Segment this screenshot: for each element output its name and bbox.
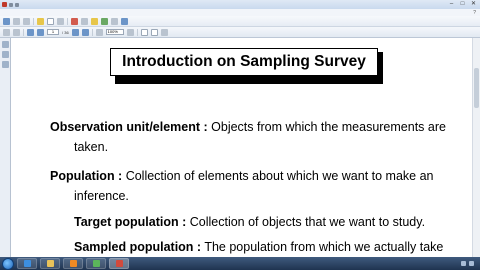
share-icon[interactable]: [121, 17, 128, 25]
network-icon[interactable]: [461, 261, 466, 266]
settings-icon[interactable]: [111, 17, 118, 25]
zoom-in-icon[interactable]: [126, 28, 134, 36]
definition-text: inference.: [74, 189, 129, 203]
save-icon[interactable]: [13, 17, 20, 25]
definition-term: Population :: [50, 169, 123, 183]
toolbar-divider: [136, 28, 138, 36]
document-page: Introduction on Sampling Survey Observat…: [12, 38, 472, 257]
pdf-reader-icon: [2, 2, 7, 7]
minimize-button[interactable]: –: [447, 1, 456, 7]
taskbar-pdf-button[interactable]: [109, 258, 129, 269]
fit-width-icon[interactable]: [150, 28, 158, 36]
toolbar-divider: [91, 28, 93, 36]
definition-line: taken.: [74, 140, 108, 154]
vertical-scrollbar[interactable]: [472, 38, 480, 257]
menu-bar: ?: [0, 9, 480, 16]
save-icon[interactable]: [9, 2, 13, 7]
toolbar-divider: [33, 17, 34, 25]
taskbar-explorer-button[interactable]: [40, 258, 60, 269]
app-icon: [92, 260, 100, 267]
pdf-reader-icon: [115, 260, 123, 267]
select-tool-icon[interactable]: [13, 28, 20, 36]
stamp-icon[interactable]: [101, 17, 108, 25]
email-icon[interactable]: [57, 17, 64, 25]
highlight-icon[interactable]: [91, 17, 98, 25]
taskbar-ie-button[interactable]: [17, 258, 37, 269]
page-total: / 36: [62, 29, 69, 35]
comment-icon[interactable]: [81, 17, 88, 25]
folder-icon: [46, 260, 54, 267]
definition-text: Objects from which the measurements are: [207, 120, 446, 134]
windows-start-icon[interactable]: [2, 257, 14, 270]
layers-icon[interactable]: [2, 61, 9, 68]
print-icon[interactable]: [23, 17, 30, 25]
definition-term: Sampled population :: [74, 240, 202, 254]
definition-line: Observation unit/element : Objects from …: [50, 120, 446, 134]
system-tray: [461, 258, 477, 269]
last-page-icon[interactable]: [81, 28, 89, 36]
window-controls: – □ ✕: [447, 1, 478, 7]
definition-text: The population from which we actually ta…: [201, 240, 444, 254]
window-titlebar: – □ ✕: [0, 0, 480, 9]
first-page-icon[interactable]: [27, 28, 34, 36]
previous-page-icon[interactable]: [37, 28, 44, 36]
scrollbar-thumb[interactable]: [474, 68, 479, 108]
taskbar-media-button[interactable]: [63, 258, 83, 269]
fit-page-icon[interactable]: [140, 28, 148, 36]
next-page-icon[interactable]: [71, 28, 79, 36]
definition-term: Observation unit/element :: [50, 120, 208, 134]
zoom-out-icon[interactable]: [95, 28, 103, 36]
slide-title-box: Introduction on Sampling Survey: [110, 48, 378, 76]
definition-text: Collection of objects that we want to st…: [186, 215, 426, 229]
taskbar: [0, 257, 480, 270]
thumbnails-icon[interactable]: [2, 51, 9, 58]
tab-icon[interactable]: [37, 17, 44, 25]
definition-text: Collection of elements about which we wa…: [122, 169, 434, 183]
main-toolbar: [0, 16, 480, 27]
definition-line: Sampled population : The population from…: [74, 240, 443, 254]
open-icon[interactable]: [3, 17, 10, 25]
media-player-icon: [69, 260, 77, 267]
slide-title: Introduction on Sampling Survey: [122, 53, 366, 70]
navigation-panel: [0, 38, 11, 257]
rotate-icon[interactable]: [160, 28, 168, 36]
taskbar-app-button[interactable]: [86, 258, 106, 269]
definition-text: taken.: [74, 140, 109, 154]
definition-line: Population : Collection of elements abou…: [50, 169, 434, 183]
bookmarks-icon[interactable]: [2, 41, 9, 48]
definition-line: Target population : Collection of object…: [74, 215, 425, 229]
navigation-toolbar: 1 / 36 100%: [0, 27, 480, 38]
page-number-input[interactable]: 1: [47, 29, 59, 35]
toolbar-divider: [67, 17, 68, 25]
volume-icon[interactable]: [469, 261, 474, 266]
print-icon[interactable]: [15, 2, 19, 7]
document-icon[interactable]: [47, 17, 54, 25]
toolbar-divider: [23, 28, 24, 36]
definition-term: Target population :: [74, 215, 187, 229]
definition-line: inference.: [74, 189, 129, 203]
hand-tool-icon[interactable]: [3, 28, 10, 36]
snapshot-icon[interactable]: [71, 17, 78, 25]
browser-icon: [23, 260, 31, 267]
maximize-button[interactable]: □: [458, 1, 467, 7]
close-button[interactable]: ✕: [469, 1, 478, 7]
zoom-select[interactable]: 100%: [105, 29, 124, 35]
screen: – □ ✕ ? 1 / 36 100% Introduction on Samp…: [0, 0, 480, 270]
